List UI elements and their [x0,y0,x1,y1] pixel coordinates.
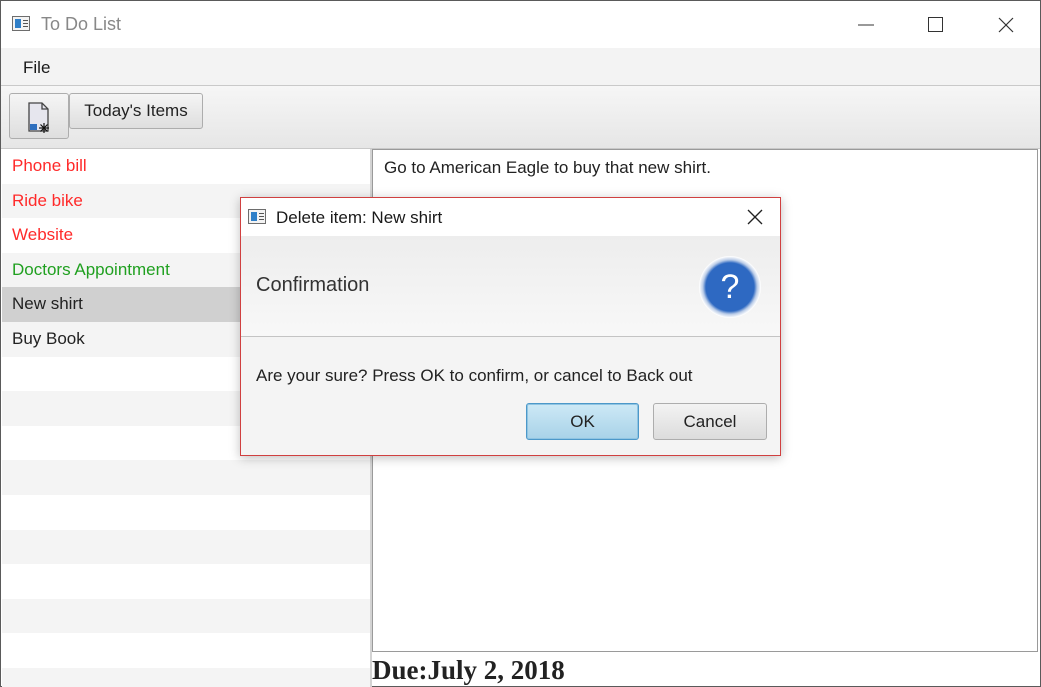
app-icon [12,16,30,31]
item-details-text: Go to American Eagle to buy that new shi… [384,158,711,177]
dialog-header-text: Confirmation [256,274,370,296]
new-document-icon [28,102,49,133]
cancel-button[interactable]: Cancel [653,403,767,440]
minimize-icon [858,24,874,25]
dialog-title: Delete item: New shirt [276,208,443,227]
question-icon: ? [699,256,761,318]
dialog-message: Are your sure? Press OK to confirm, or c… [256,366,693,385]
menu-bar: File [1,48,1040,86]
toolbar: Today's Items [1,86,1040,149]
empty-row [2,667,370,687]
dialog-header: Confirmation ? [241,236,780,337]
ok-button[interactable]: OK [526,403,639,440]
menu-file[interactable]: File [15,56,58,80]
list-item[interactable]: Phone bill [2,149,370,184]
minimize-button[interactable] [831,1,901,48]
app-icon [248,209,266,224]
empty-row [2,495,370,530]
window-title: To Do List [41,14,122,34]
empty-row [2,633,370,668]
empty-row [2,598,370,634]
empty-row [2,564,370,599]
dialog-title-bar[interactable]: Delete item: New shirt [241,198,780,236]
close-icon [747,209,763,225]
empty-row [2,460,370,495]
dialog-close-button[interactable] [730,198,780,236]
empty-row [2,529,370,565]
new-item-button[interactable] [9,93,69,139]
title-bar[interactable]: To Do List [1,1,1040,48]
due-date-label: Due:July 2, 2018 [372,655,565,685]
delete-confirmation-dialog: Delete item: New shirt Confirmation ? Ar… [240,197,781,456]
maximize-icon [928,16,943,32]
close-icon [998,17,1014,32]
close-button[interactable] [971,1,1041,48]
todays-items-button[interactable]: Today's Items [69,93,203,129]
maximize-button[interactable] [901,1,971,48]
